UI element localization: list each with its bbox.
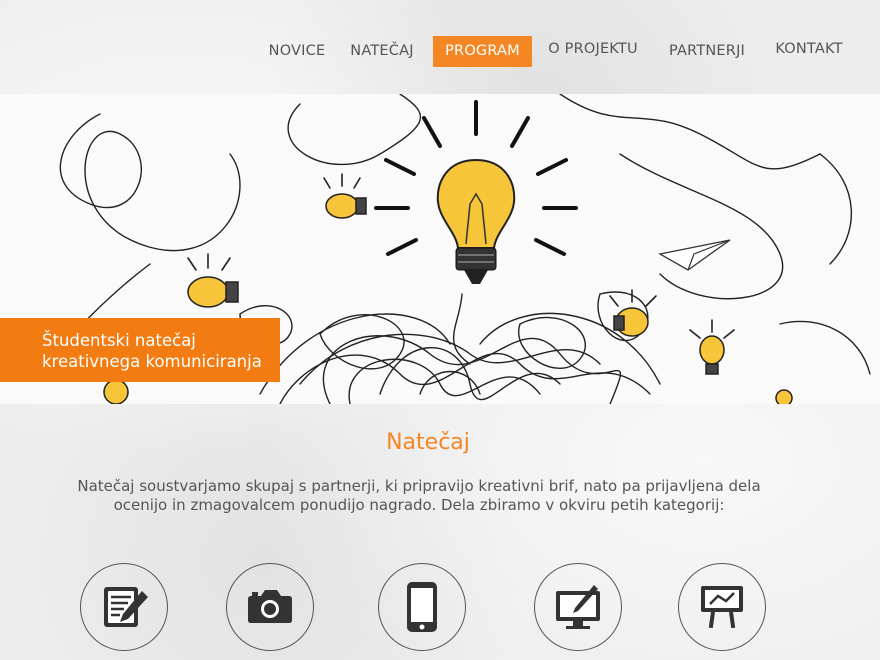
monitor-pen-icon: [556, 585, 600, 629]
smartphone-icon: [407, 582, 437, 632]
section-intro: Natečaj soustvarjamo skupaj s partnerji,…: [77, 477, 761, 514]
tagline-line-1: Študentski natečaj: [42, 331, 196, 350]
pencil-paper-icon: [104, 587, 148, 627]
hero-tagline: Študentski natečaj kreativnega komunicir…: [0, 318, 280, 382]
nav-item-kontakt[interactable]: KONTAKT: [770, 34, 848, 64]
category-camera[interactable]: [226, 563, 314, 651]
presentation-board-icon: [701, 586, 743, 629]
tagline-line-2: kreativnega komuniciranja: [42, 352, 262, 371]
hero-banner: Študentski natečaj kreativnega komunicir…: [0, 94, 880, 404]
nav-item-natecaj[interactable]: NATEČAJ: [345, 36, 419, 66]
nav-item-partnerji[interactable]: PARTNERJI: [664, 36, 750, 66]
category-pencil-paper[interactable]: [80, 563, 168, 651]
category-presentation-board[interactable]: [678, 563, 766, 651]
nav-item-novice[interactable]: NOVICE: [264, 36, 330, 66]
category-smartphone[interactable]: [378, 563, 466, 651]
section-title: Natečaj: [386, 430, 470, 455]
category-monitor-pen[interactable]: [534, 563, 622, 651]
camera-icon: [248, 590, 292, 623]
site-header: NOVICE NATEČAJ PROGRAM O PROJEKTU PARTNE…: [0, 0, 880, 94]
nav-item-o-projektu[interactable]: O PROJEKTU: [546, 34, 640, 64]
nav-item-program[interactable]: PROGRAM: [433, 36, 532, 67]
